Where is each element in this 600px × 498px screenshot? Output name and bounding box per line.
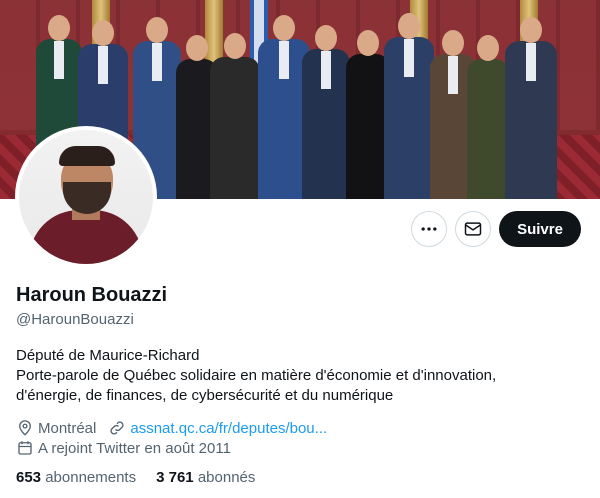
profile-stats: 653 abonnements 3 761 abonnés <box>16 469 275 486</box>
profile-meta-joined: A rejoint Twitter en août 2011 <box>16 438 231 458</box>
banner-person <box>384 13 434 199</box>
profile-website-link[interactable]: assnat.qc.ca/fr/deputes/bou... <box>130 420 327 437</box>
bio-line: Porte-parole de Québec solidaire en mati… <box>16 367 497 384</box>
profile-avatar[interactable] <box>15 126 157 268</box>
location-pin-icon <box>19 420 31 436</box>
following-count: 653 <box>16 469 42 486</box>
link-icon <box>110 421 124 435</box>
following-link[interactable]: 653 abonnements <box>16 469 136 486</box>
message-button[interactable] <box>455 211 491 247</box>
more-horizontal-icon <box>421 227 437 231</box>
follow-button[interactable]: Suivre <box>499 211 581 247</box>
followers-label: abonnés <box>197 469 256 486</box>
followers-count: 3 761 <box>156 469 194 486</box>
avatar-photo <box>19 130 153 264</box>
envelope-icon <box>464 222 482 236</box>
banner-person <box>302 25 350 199</box>
joined-text: A rejoint Twitter en août 2011 <box>38 439 231 457</box>
profile-bio: Député de Maurice-Richard Porte-parole d… <box>16 346 586 406</box>
profile-meta-location: Montréal assnat.qc.ca/fr/deputes/bou... <box>16 418 327 438</box>
bio-line: d'énergie, de finances, de cybersécurité… <box>16 387 394 404</box>
banner-person <box>505 17 557 199</box>
profile-name: Haroun Bouazzi <box>16 284 168 306</box>
banner-person <box>467 35 509 199</box>
profile-handle: @HarounBouazzi <box>16 311 134 328</box>
calendar-icon <box>18 441 32 455</box>
location-text: Montréal <box>38 419 97 437</box>
following-label: abonnements <box>45 469 137 486</box>
more-options-button[interactable] <box>411 211 447 247</box>
bio-line: Député de Maurice-Richard <box>16 347 200 364</box>
banner-person <box>210 33 260 199</box>
followers-link[interactable]: 3 761 abonnés <box>156 469 255 486</box>
